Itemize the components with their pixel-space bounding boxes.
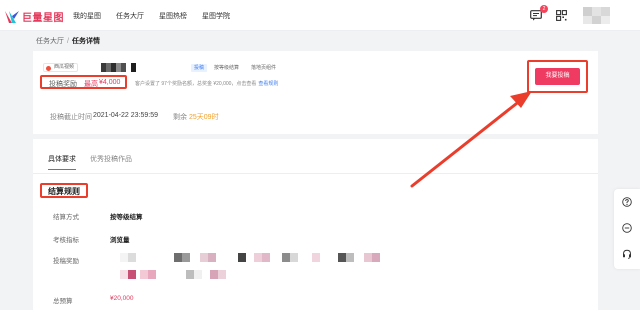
feedback-icon[interactable] [622,223,632,233]
task-details-card: 具体要求 优秀投稿作品 结算规则 结算方式 按等级结算 考核指标 浏览量 投稿奖… [33,139,598,310]
top-navbar: 巨量星图 我的星图 任务大厅 星图热榜 星图学院 2 [0,0,640,31]
task-title-redacted [101,63,136,72]
side-float-panel [614,189,640,269]
reward-note: 客户设置了 97个奖励名额，总奖金 ¥20,000，点击查看 查看规则 [135,80,278,87]
deadline-label: 投稿截止时间 [50,114,92,121]
reward-note-text: 客户设置了 97个奖励名额，总奖金 ¥20,000，点击查看 [135,81,257,87]
help-icon[interactable] [622,197,632,207]
tag-settlement: 按等级结算 [214,65,240,71]
remaining-value: 25天09时 [189,114,219,121]
breadcrumb-current: 任务详情 [71,38,100,45]
logo-icon [5,10,19,23]
reward-tiers-redacted-2 [120,270,226,279]
metric-value: 浏览量 [110,237,130,244]
reward-value: ¥4,000 [99,79,121,86]
task-summary-card: 西瓜视频 投稿 按等级结算 落地页组件 投稿奖励 最高 ¥4,000 客户设置了… [33,51,598,134]
source-chip: 西瓜视频 [43,63,79,72]
avatar[interactable] [583,7,610,24]
remaining-label: 剩余 [173,114,187,121]
tag-submission: 投稿 [191,64,208,72]
nav-item-academy[interactable]: 星图学院 [202,11,230,21]
nav-item-hot-rank[interactable]: 星图热榜 [159,11,187,21]
logo-text: 巨量星图 [22,13,64,24]
breadcrumb-parent[interactable]: 任务大厅 [36,38,64,45]
nav-item-my-xingtu[interactable]: 我的星图 [73,11,101,21]
qrcode-icon[interactable] [556,10,567,21]
submit-highlight-box: 我要投稿 [527,60,588,93]
tabs-divider [33,173,598,174]
breadcrumb: 任务大厅 / 任务详情 [36,36,100,46]
reward-max-label: 最高 [84,81,98,88]
reward-tiers-redacted [120,253,380,262]
source-chip-label: 西瓜视频 [54,64,75,70]
details-tabs: 具体要求 优秀投稿作品 [48,154,146,170]
settlement-method-label: 结算方式 [53,214,79,221]
section-title: 结算规则 [48,187,80,196]
view-rules-link[interactable]: 查看规则 [258,81,278,87]
nav-item-task-hall[interactable]: 任务大厅 [116,11,144,21]
logo[interactable]: 巨量星图 [5,9,64,24]
metric-label: 考核指标 [53,237,79,244]
tag-landing-component: 落地页组件 [251,65,277,71]
message-badge: 2 [540,5,548,13]
tab-excellent-works[interactable]: 优秀投稿作品 [90,154,132,170]
settlement-method-value: 按等级结算 [110,214,143,221]
main-nav: 我的星图 任务大厅 星图热榜 星图学院 [73,11,245,21]
total-budget-label: 总预算 [53,298,73,305]
reward-tiers-label: 投稿奖励 [53,258,79,265]
breadcrumb-separator: / [67,38,69,45]
tab-requirements[interactable]: 具体要求 [48,154,76,170]
deadline-value: 2021-04-22 23:59:59 [93,112,158,119]
total-budget-value: ¥20,000 [110,295,134,302]
headset-icon[interactable] [622,249,632,259]
submit-button[interactable]: 我要投稿 [535,68,580,85]
reward-label: 投稿奖励 [49,81,77,88]
xigua-icon [46,65,51,71]
